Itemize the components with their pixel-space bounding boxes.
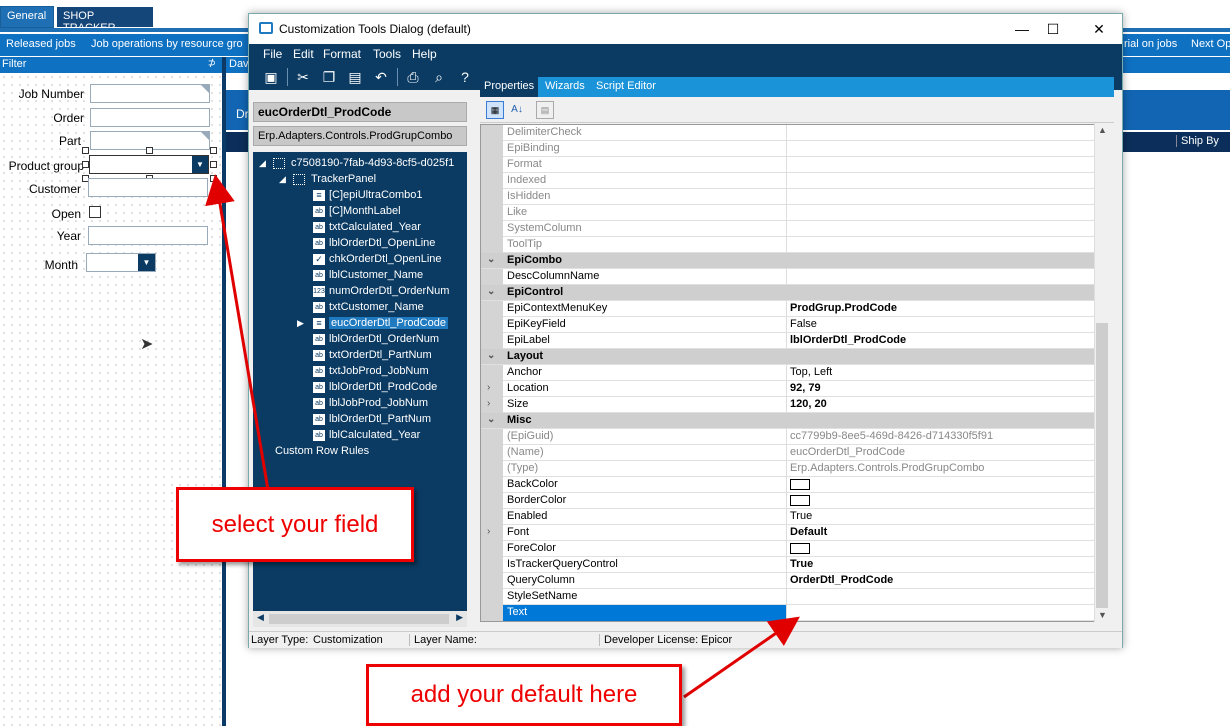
callout-select-field: select your field bbox=[176, 487, 414, 562]
annotation-arrows bbox=[205, 174, 800, 699]
callout-add-default: add your default here bbox=[366, 664, 682, 726]
arrow-to-text-property bbox=[683, 616, 800, 699]
arrow-to-field bbox=[205, 174, 270, 491]
